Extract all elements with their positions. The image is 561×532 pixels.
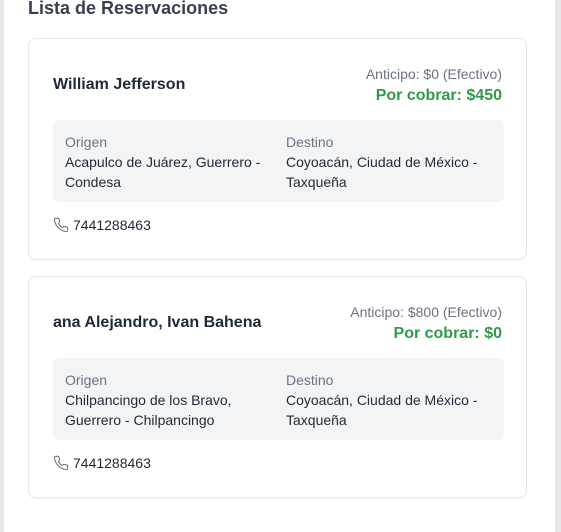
phone-number: 7441288463 xyxy=(73,217,151,233)
destination-label: Destino xyxy=(286,134,334,150)
destination-column: Destino Coyoacán, Ciudad de México - Tax… xyxy=(286,371,496,430)
origin-value: Acapulco de Juárez, Guerrero - Condesa xyxy=(65,154,261,190)
phone-row[interactable]: 7441288463 xyxy=(53,453,151,473)
origin-column: Origen Acapulco de Juárez, Guerrero - Co… xyxy=(65,133,270,192)
origin-value: Chilpancingo de los Bravo, Guerrero - Ch… xyxy=(65,392,232,428)
page-title: Lista de Reservaciones xyxy=(28,0,229,18)
phone-icon xyxy=(53,217,69,233)
reservation-card[interactable]: ana Alejandro, Ivan Bahena Anticipo: $80… xyxy=(28,276,527,498)
origin-label: Origen xyxy=(65,134,108,150)
por-cobrar-amount: Por cobrar: $0 xyxy=(393,325,502,342)
destination-column: Destino Coyoacán, Ciudad de México - Tax… xyxy=(286,133,496,192)
reservations-panel: Lista de Reservaciones William Jefferson… xyxy=(4,0,555,532)
phone-number: 7441288463 xyxy=(73,455,151,471)
passenger-name: ana Alejandro, Ivan Bahena xyxy=(53,314,262,331)
phone-row[interactable]: 7441288463 xyxy=(53,215,151,235)
anticipo-text: Anticipo: $800 (Efectivo) xyxy=(350,304,502,320)
anticipo-text: Anticipo: $0 (Efectivo) xyxy=(365,66,502,82)
origin-label: Origen xyxy=(65,372,108,388)
destination-label: Destino xyxy=(286,372,334,388)
por-cobrar-amount: Por cobrar: $450 xyxy=(375,87,502,104)
route-box: Origen Acapulco de Juárez, Guerrero - Co… xyxy=(53,120,504,202)
scrollbar[interactable] xyxy=(555,0,561,532)
route-box: Origen Chilpancingo de los Bravo, Guerre… xyxy=(53,358,504,440)
destination-value: Coyoacán, Ciudad de México - Taxqueña xyxy=(286,392,478,428)
destination-value: Coyoacán, Ciudad de México - Taxqueña xyxy=(286,154,478,190)
reservation-card[interactable]: William Jefferson Anticipo: $0 (Efectivo… xyxy=(28,38,527,260)
passenger-name: William Jefferson xyxy=(53,76,186,93)
phone-icon xyxy=(53,455,69,471)
origin-column: Origen Chilpancingo de los Bravo, Guerre… xyxy=(65,371,270,430)
